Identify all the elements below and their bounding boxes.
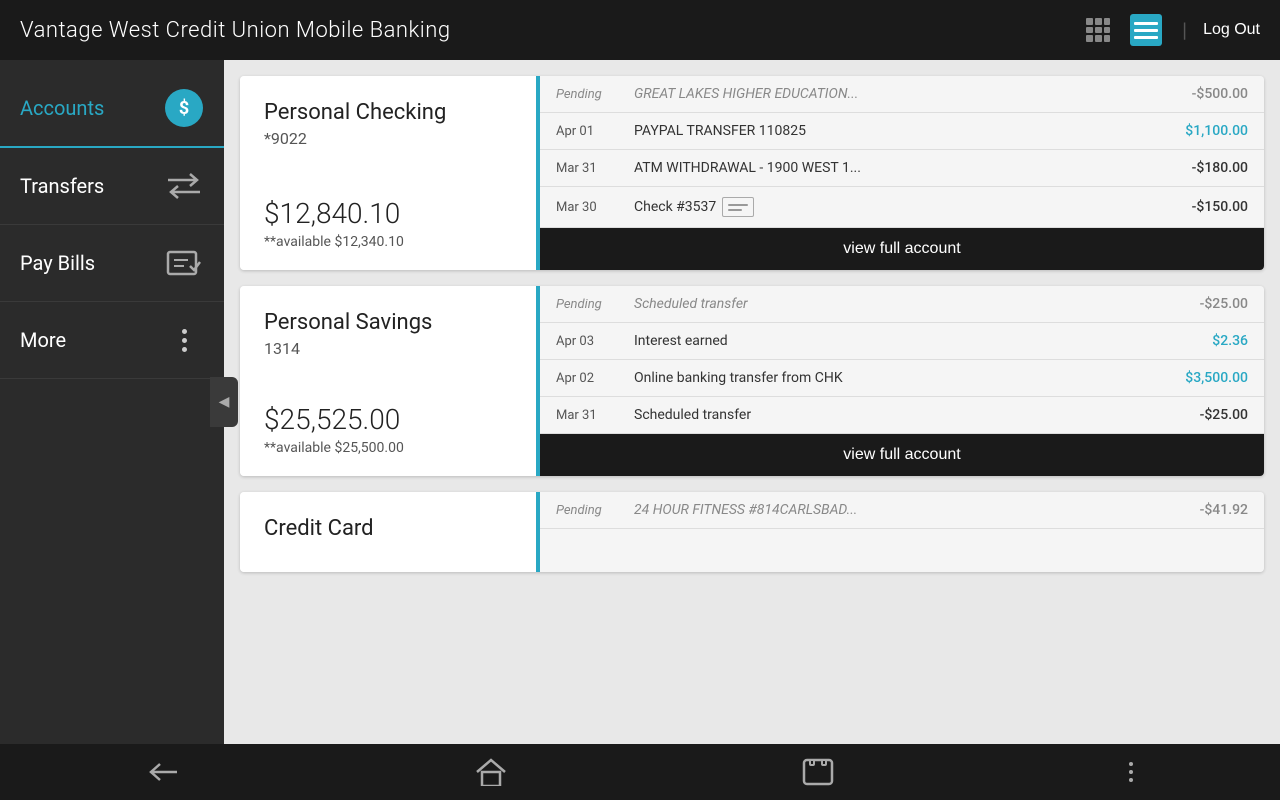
transaction-amount: $1,100.00 (1168, 123, 1248, 139)
table-row: Pending Scheduled transfer -$25.00 (540, 286, 1264, 323)
grid-view-button[interactable] (1078, 10, 1118, 50)
account-card-credit: Credit Card Pending 24 HOUR FITNESS #814… (240, 492, 1264, 572)
transaction-date: Apr 03 (556, 334, 626, 349)
main-layout: Accounts $ Transfers Pay Bills (0, 60, 1280, 744)
transaction-desc: PAYPAL TRANSFER 110825 (634, 123, 1160, 139)
account-number-checking: *9022 (264, 129, 512, 148)
transaction-amount: -$25.00 (1168, 296, 1248, 312)
transaction-list-checking: Pending GREAT LAKES HIGHER EDUCATION... … (540, 76, 1264, 228)
table-row: Mar 31 Scheduled transfer -$25.00 (540, 397, 1264, 434)
paybills-icon (164, 243, 204, 283)
account-transactions-savings: Pending Scheduled transfer -$25.00 Apr 0… (540, 286, 1264, 476)
account-card-savings: Personal Savings 1314 $25,525.00 **avail… (240, 286, 1264, 476)
sidebar-item-paybills[interactable]: Pay Bills (0, 225, 224, 302)
top-bar: Vantage West Credit Union Mobile Banking… (0, 0, 1280, 60)
transaction-desc: Online banking transfer from CHK (634, 370, 1160, 386)
recents-icon (802, 758, 834, 786)
options-icon (1129, 762, 1133, 782)
table-row: Apr 02 Online banking transfer from CHK … (540, 360, 1264, 397)
app-title: Vantage West Credit Union Mobile Banking (20, 18, 451, 43)
transaction-amount: -$25.00 (1168, 407, 1248, 423)
account-available-checking: **available $12,340.10 (264, 234, 512, 250)
content-area: Personal Checking *9022 $12,840.10 **ava… (224, 60, 1280, 744)
accounts-icon: $ (164, 88, 204, 128)
sidebar-item-accounts[interactable]: Accounts $ (0, 70, 224, 148)
table-row: Mar 30 Check #3537 -$150.00 (540, 187, 1264, 228)
sidebar-more-label: More (20, 328, 66, 352)
sidebar-paybills-label: Pay Bills (20, 251, 95, 275)
view-toggle (1078, 10, 1166, 50)
account-name-savings: Personal Savings (264, 310, 512, 335)
account-balance-checking: $12,840.10 (264, 197, 512, 230)
view-full-account-button-checking[interactable]: view full account (540, 228, 1264, 270)
more-icon (164, 320, 204, 360)
transaction-desc: Scheduled transfer (634, 407, 1160, 423)
transaction-desc: Check #3537 (634, 197, 1160, 217)
transaction-desc: 24 HOUR FITNESS #814CARLSBAD... (634, 502, 1160, 518)
transaction-amount: -$180.00 (1168, 160, 1248, 176)
back-button[interactable] (128, 752, 200, 792)
sidebar-item-transfers[interactable]: Transfers (0, 148, 224, 225)
table-row: Pending 24 HOUR FITNESS #814CARLSBAD... … (540, 492, 1264, 529)
table-row: Pending GREAT LAKES HIGHER EDUCATION... … (540, 76, 1264, 113)
account-balance-savings: $25,525.00 (264, 403, 512, 436)
transaction-desc: Scheduled transfer (634, 296, 1160, 312)
transaction-amount: -$500.00 (1168, 86, 1248, 102)
transaction-amount: -$41.92 (1168, 502, 1248, 518)
transaction-amount: $2.36 (1168, 333, 1248, 349)
transaction-date: Mar 30 (556, 200, 626, 215)
check-image-icon (722, 197, 754, 217)
transaction-date: Pending (556, 503, 626, 518)
transaction-list-savings: Pending Scheduled transfer -$25.00 Apr 0… (540, 286, 1264, 434)
home-icon (475, 758, 507, 786)
account-info-savings: Personal Savings 1314 $25,525.00 **avail… (240, 286, 540, 476)
transfers-icon (164, 166, 204, 206)
account-name-checking: Personal Checking (264, 100, 512, 125)
account-name-credit: Credit Card (264, 516, 512, 541)
grid-icon (1082, 14, 1114, 46)
transaction-desc: GREAT LAKES HIGHER EDUCATION... (634, 86, 1160, 102)
account-info-credit: Credit Card (240, 492, 540, 572)
sidebar-transfers-label: Transfers (20, 174, 104, 198)
list-view-button[interactable] (1126, 10, 1166, 50)
account-card-checking: Personal Checking *9022 $12,840.10 **ava… (240, 76, 1264, 270)
sidebar: Accounts $ Transfers Pay Bills (0, 60, 224, 744)
home-button[interactable] (455, 750, 527, 794)
table-row: Apr 01 PAYPAL TRANSFER 110825 $1,100.00 (540, 113, 1264, 150)
transaction-date: Apr 02 (556, 371, 626, 386)
table-row: Mar 31 ATM WITHDRAWAL - 1900 WEST 1... -… (540, 150, 1264, 187)
transaction-date: Pending (556, 87, 626, 102)
transaction-amount: -$150.00 (1168, 199, 1248, 215)
account-transactions-checking: Pending GREAT LAKES HIGHER EDUCATION... … (540, 76, 1264, 270)
top-bar-actions: | Log Out (1078, 10, 1260, 50)
back-icon (148, 760, 180, 784)
recents-button[interactable] (782, 750, 854, 794)
account-number-savings: 1314 (264, 339, 512, 358)
list-icon (1130, 14, 1162, 46)
table-row: Apr 03 Interest earned $2.36 (540, 323, 1264, 360)
options-button[interactable] (1109, 754, 1153, 790)
account-info-checking: Personal Checking *9022 $12,840.10 **ava… (240, 76, 540, 270)
account-transactions-credit: Pending 24 HOUR FITNESS #814CARLSBAD... … (540, 492, 1264, 572)
sidebar-collapse-button[interactable]: ◀ (210, 377, 238, 427)
transaction-date: Pending (556, 297, 626, 312)
dollar-icon: $ (165, 89, 203, 127)
logout-button[interactable]: Log Out (1203, 21, 1260, 39)
transaction-date: Mar 31 (556, 161, 626, 176)
account-available-savings: **available $25,500.00 (264, 440, 512, 456)
transaction-date: Mar 31 (556, 408, 626, 423)
transaction-desc: ATM WITHDRAWAL - 1900 WEST 1... (634, 160, 1160, 176)
transaction-desc: Interest earned (634, 333, 1160, 349)
view-full-account-button-savings[interactable]: view full account (540, 434, 1264, 476)
transaction-list-credit: Pending 24 HOUR FITNESS #814CARLSBAD... … (540, 492, 1264, 572)
divider: | (1182, 18, 1187, 42)
transaction-date: Apr 01 (556, 124, 626, 139)
sidebar-item-more[interactable]: More (0, 302, 224, 379)
sidebar-accounts-label: Accounts (20, 96, 104, 120)
bottom-bar (0, 744, 1280, 800)
transaction-amount: $3,500.00 (1168, 370, 1248, 386)
